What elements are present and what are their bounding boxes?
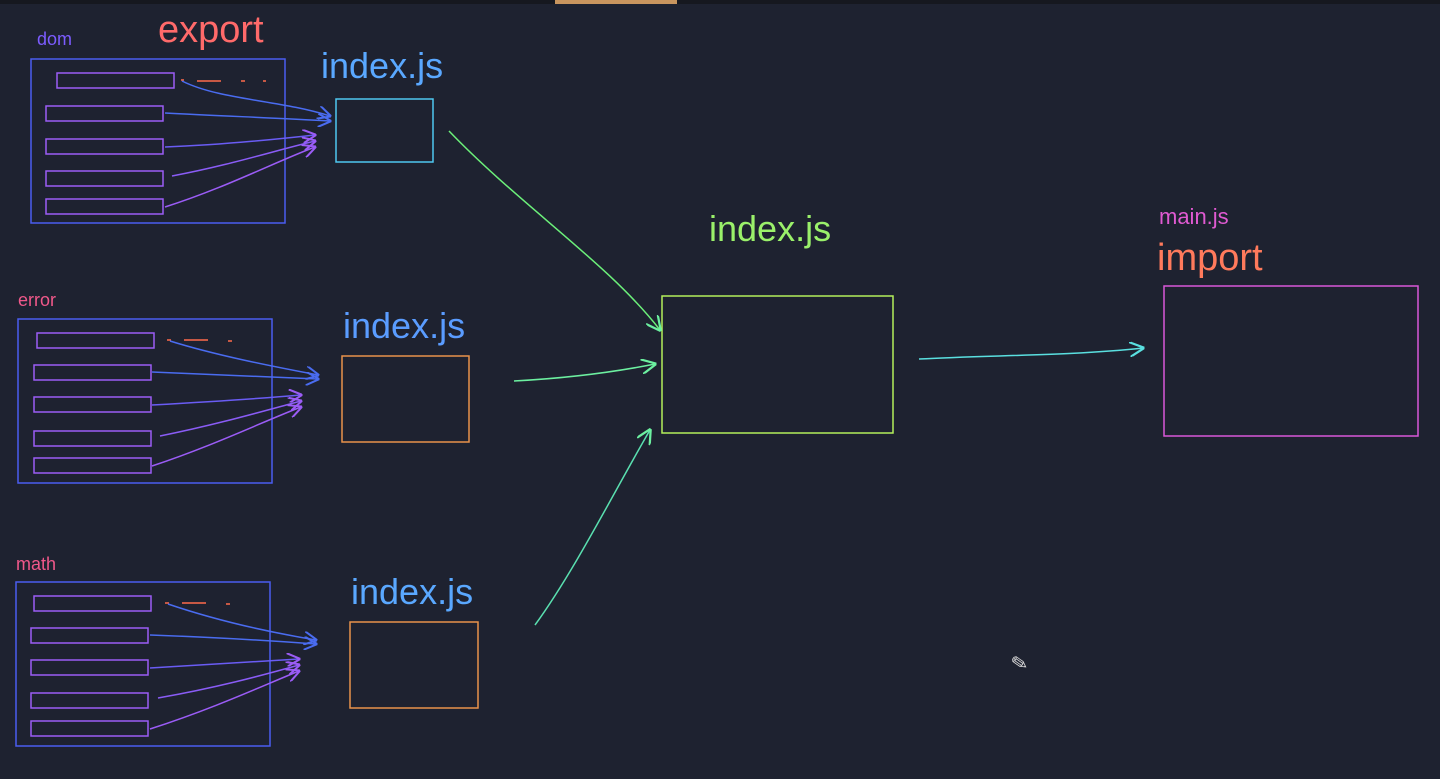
dom-dash-accent [181,79,266,82]
error-file-item[interactable] [33,396,152,413]
center-index-box[interactable] [661,295,894,434]
math-export-arrow [167,603,316,640]
error-module-group[interactable]: error index.js [17,290,470,484]
main-group[interactable]: main.js import [918,204,1419,437]
math-export-arrow [149,634,316,644]
error-export-arrow [151,395,301,406]
dom-file-item[interactable] [45,138,164,155]
error-file-item[interactable] [33,457,152,474]
diagram-drawing[interactable]: dom export index.js error index.js math … [0,0,1440,779]
error-index-box[interactable] [341,355,470,443]
error-export-arrow [169,340,318,375]
dom-file-item[interactable] [45,170,164,187]
main-file-label: main.js [1159,204,1229,229]
error-file-item[interactable] [36,332,155,349]
error-export-arrow [151,407,301,467]
math-file-item[interactable] [30,659,149,676]
error-file-item[interactable] [33,364,152,381]
dom-index-label: index.js [321,45,443,86]
dom-export-arrow [164,112,330,121]
math-export-arrow [149,671,299,730]
math-module-group[interactable]: math index.js [15,554,479,747]
dom-file-item[interactable] [45,198,164,215]
error-file-item[interactable] [33,430,152,447]
main-box[interactable] [1163,285,1419,437]
dom-export-arrow [164,147,315,208]
math-index-box[interactable] [349,621,479,709]
error-dash-accent [167,339,232,342]
error-export-arrow [159,401,301,437]
dom-export-arrow [164,135,315,148]
math-export-arrow [149,659,299,669]
dom-index-box[interactable] [335,98,434,163]
center-index-label: index.js [709,208,831,249]
dom-module-group[interactable]: dom export index.js [30,9,443,224]
dom-export-arrow [181,80,330,116]
math-dash-accent [165,602,230,605]
dom-folder-label: dom [37,29,72,49]
math-file-item[interactable] [30,720,149,737]
dom-file-item[interactable] [56,72,175,89]
error-to-center-arrow [513,364,655,382]
whiteboard-canvas[interactable]: dom export index.js error index.js math … [0,0,1440,779]
math-file-item[interactable] [33,595,152,612]
math-folder-label: math [16,554,56,574]
center-index-group[interactable]: index.js [448,130,894,626]
math-file-item[interactable] [30,627,149,644]
import-label: import [1157,237,1263,279]
error-index-label: index.js [343,305,465,346]
center-to-main-arrow [918,348,1143,360]
math-index-label: index.js [351,571,473,612]
math-export-arrow [157,665,299,699]
export-label: export [158,9,264,51]
dom-to-center-arrow [448,130,660,330]
error-folder-label: error [18,290,56,310]
dom-file-item[interactable] [45,105,164,122]
math-to-center-arrow [534,430,650,626]
error-export-arrow [151,371,318,379]
math-file-item[interactable] [30,692,149,709]
